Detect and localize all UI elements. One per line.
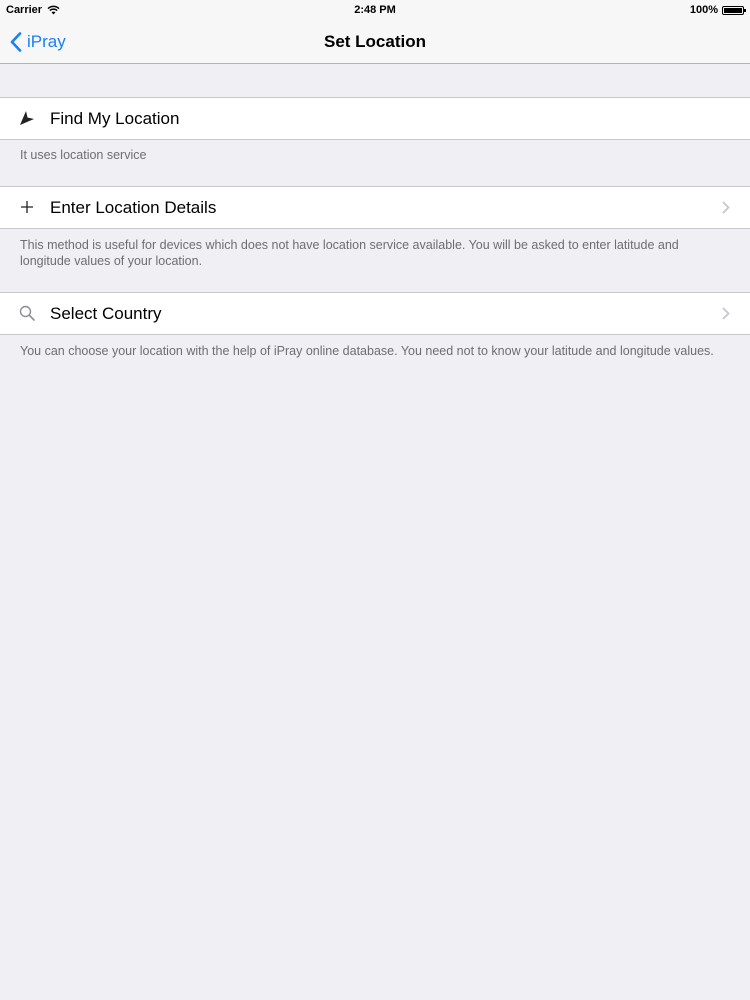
battery-icon [722, 5, 746, 15]
status-bar-right: 100% [689, 4, 746, 16]
select-country-label: Select Country [50, 304, 162, 323]
status-bar: Carrier 2:48 PM 100% [0, 0, 750, 20]
enter-location-details-label: Enter Location Details [50, 198, 217, 217]
select-country-row[interactable]: Select Country [0, 292, 750, 335]
battery-percent: 100% [689, 4, 718, 16]
find-my-location-footer: It uses location service [20, 148, 147, 162]
enter-location-details-footer: This method is useful for devices which … [20, 238, 679, 268]
chevron-right-icon [722, 307, 730, 320]
select-country-footer: You can choose your location with the he… [20, 344, 714, 358]
find-my-location-row[interactable]: Find My Location [0, 97, 750, 140]
location-arrow-icon [17, 108, 37, 128]
page-title: Set Location [323, 32, 426, 51]
find-my-location-label: Find My Location [50, 109, 180, 128]
enter-location-details-row[interactable]: Enter Location Details [0, 186, 750, 229]
navigation-bar: iPray Set Location [0, 20, 750, 64]
chevron-right-icon [722, 201, 730, 214]
status-time: 2:48 PM [354, 4, 396, 16]
plus-icon [17, 197, 37, 217]
search-icon [17, 303, 37, 323]
